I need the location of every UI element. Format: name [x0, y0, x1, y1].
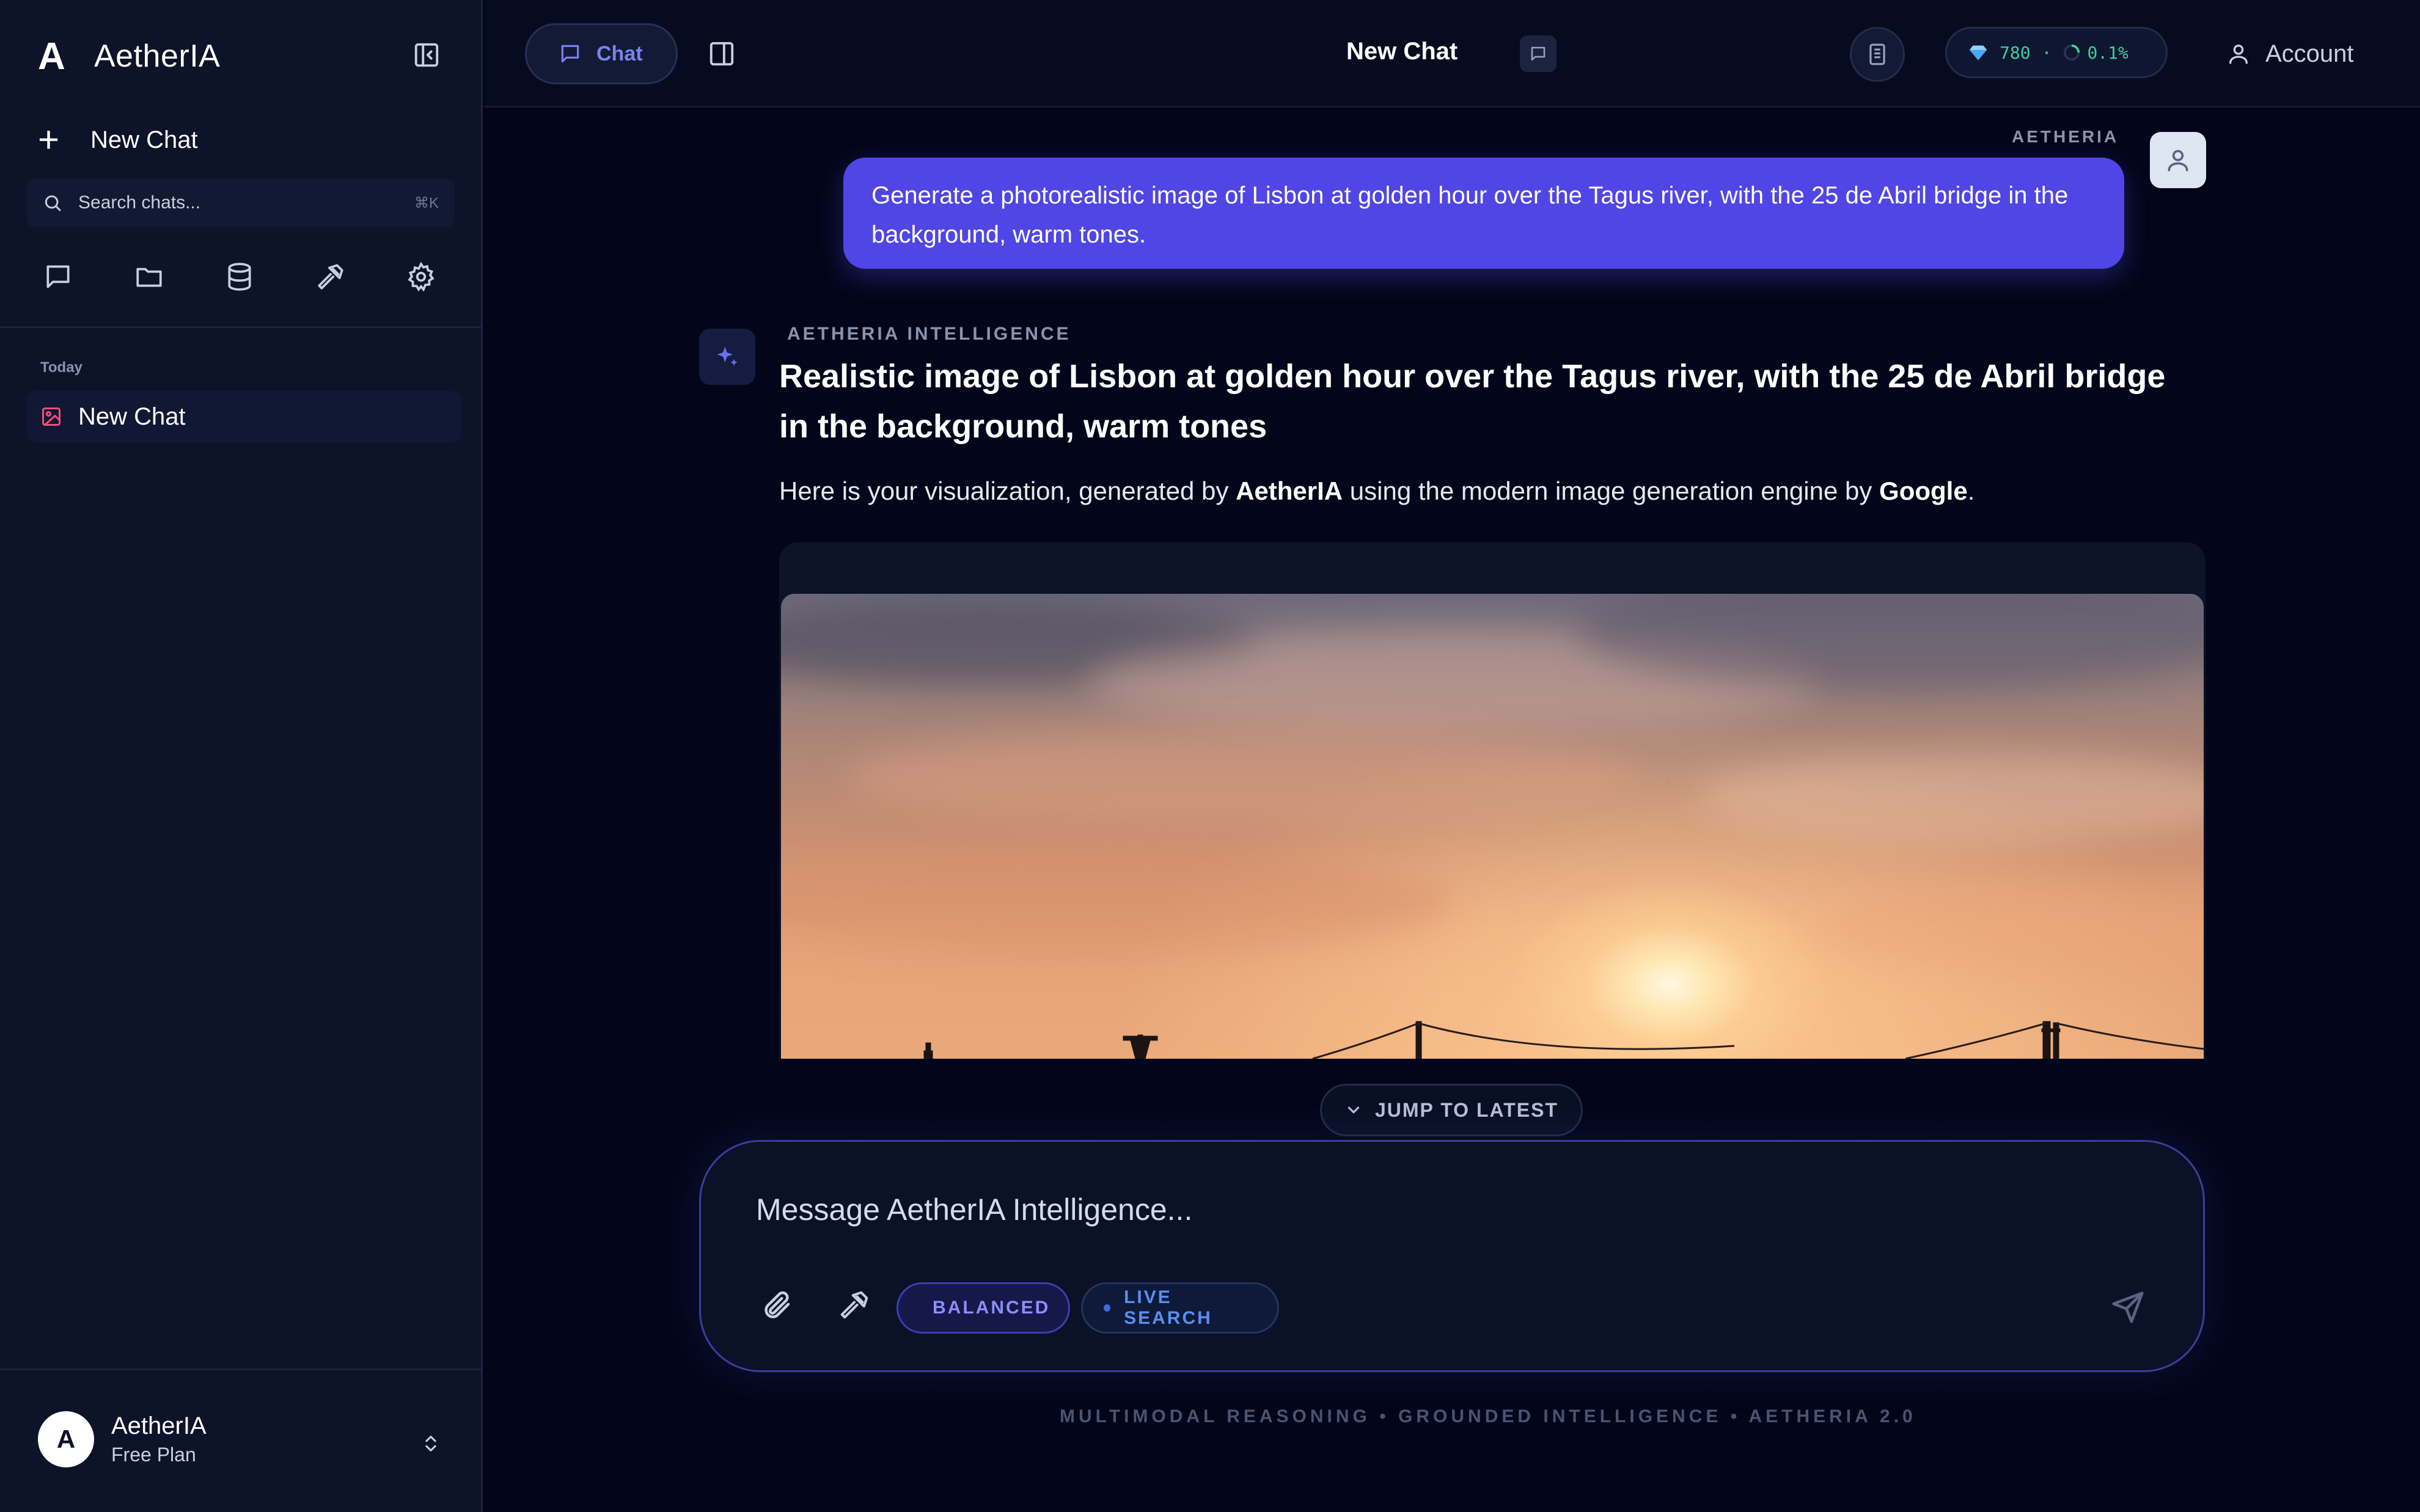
avatar: A: [38, 1411, 94, 1467]
desc-brand: AetherIA: [1236, 477, 1343, 505]
sparkle-icon: [699, 329, 755, 385]
search-placeholder: Search chats...: [78, 192, 201, 213]
usage-ring-icon: [2064, 44, 2080, 61]
live-search-label: LIVE SEARCH: [1124, 1287, 1212, 1328]
panel-toggle-icon[interactable]: [705, 37, 739, 71]
user-message-text: Generate a photorealistic image of Lisbo…: [871, 182, 2069, 248]
user-plan: Free Plan: [111, 1444, 196, 1466]
jump-label: JUMP TO LATEST: [1374, 1098, 1559, 1121]
account-button[interactable]: Account: [2226, 37, 2354, 71]
user-avatar-icon: [2150, 132, 2206, 188]
hammer-icon[interactable]: [833, 1284, 876, 1326]
gear-icon[interactable]: [401, 257, 441, 297]
desc-text: .: [1967, 477, 1975, 505]
chat-icon[interactable]: [38, 257, 78, 297]
ai-response-title: Realistic image of Lisbon at golden hour…: [779, 358, 2166, 445]
app-name: AetherIA: [94, 38, 221, 74]
jump-to-latest-button[interactable]: JUMP TO LATEST: [1320, 1084, 1583, 1136]
search-icon: [45, 195, 61, 211]
collapse-sidebar-icon[interactable]: [409, 38, 444, 72]
credits-value: 780: [2000, 42, 2031, 63]
attach-icon[interactable]: [756, 1284, 799, 1326]
hammer-icon[interactable]: [310, 257, 351, 297]
new-chat-button[interactable]: + New Chat: [38, 120, 198, 160]
user-message: Generate a photorealistic image of Lisbo…: [843, 158, 2124, 269]
desc-text: using the modern image generation engine…: [1343, 477, 1880, 505]
user-name: AetherIA: [111, 1412, 207, 1439]
brand-logo: A: [38, 35, 65, 78]
status-dot: [1104, 1304, 1111, 1312]
image-icon: [42, 407, 61, 426]
user-profile[interactable]: A AetherIA Free Plan: [38, 1411, 207, 1467]
send-icon[interactable]: [2106, 1286, 2149, 1329]
footer-tagline: MULTIMODAL REASONING • GROUNDED INTELLIG…: [1060, 1406, 1916, 1426]
generated-image[interactable]: [781, 594, 2204, 1059]
sidebar: A AetherIA + New Chat Search chats... ⌘K…: [0, 0, 483, 1512]
chevron-up-down-icon[interactable]: [416, 1428, 446, 1459]
live-search-toggle[interactable]: LIVE SEARCH: [1081, 1282, 1279, 1334]
sidebar-divider: [0, 1368, 483, 1370]
credits-badge[interactable]: 780 · 0.1%: [1945, 27, 2168, 78]
message-input[interactable]: Message AetherIA Intelligence...: [756, 1192, 1192, 1227]
device-icon[interactable]: [1850, 27, 1905, 82]
generated-image-card: [779, 542, 2206, 1059]
desc-engine: Google: [1879, 477, 1968, 505]
folder-icon[interactable]: [129, 257, 169, 297]
mode-label: BALANCED: [933, 1298, 1050, 1318]
account-label: Account: [2265, 40, 2354, 67]
credits-percent: 0.1%: [2087, 42, 2128, 63]
ai-response-description: Here is your visualization, generated by…: [779, 477, 1975, 506]
diamond-icon: [1969, 45, 1987, 60]
new-chat-label: New Chat: [90, 126, 198, 153]
user-sender-label: AETHERIA: [2012, 127, 2119, 146]
sidebar-item-label: New Chat: [78, 403, 186, 430]
desc-text: Here is your visualization, generated by: [779, 477, 1236, 505]
sidebar-divider: [0, 326, 483, 328]
ai-sender-label: AETHERIA INTELLIGENCE: [787, 324, 1071, 344]
plus-icon: +: [38, 119, 60, 160]
tab-chat[interactable]: Chat: [525, 23, 678, 84]
brand[interactable]: A AetherIA: [38, 32, 220, 81]
user-icon: [2229, 45, 2248, 64]
section-today: Today: [40, 359, 82, 376]
search-input[interactable]: Search chats... ⌘K: [27, 178, 455, 227]
page-title: New Chat: [1346, 38, 1458, 65]
skyline-silhouette: [923, 1021, 2204, 1059]
tab-chat-label: Chat: [596, 42, 643, 65]
top-bar: Chat New Chat 780 · 0.1% Account: [485, 0, 2420, 108]
sidebar-item-new-chat[interactable]: New Chat: [27, 391, 461, 442]
message-composer: Message AetherIA Intelligence... BALANCE…: [699, 1140, 2205, 1372]
database-icon[interactable]: [219, 257, 260, 297]
search-shortcut: ⌘K: [414, 194, 439, 211]
chat-icon: [561, 45, 579, 63]
chevron-down-icon: [1348, 1106, 1360, 1114]
mode-balanced-toggle[interactable]: BALANCED: [897, 1282, 1070, 1334]
message-icon[interactable]: [1520, 35, 1557, 72]
sidebar-tools: [38, 257, 441, 297]
